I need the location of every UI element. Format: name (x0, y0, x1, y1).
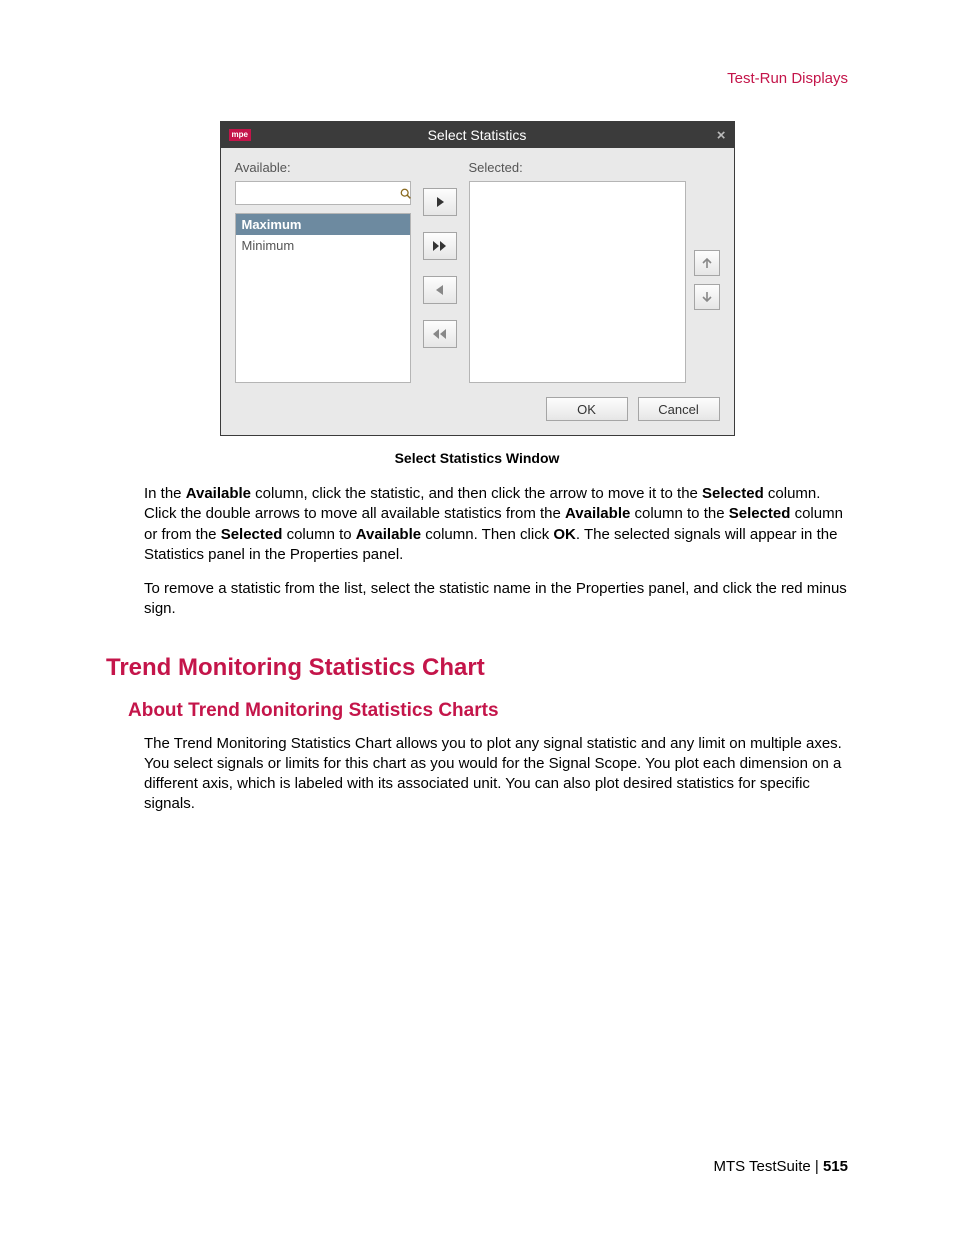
breadcrumb: Test-Run Displays (106, 70, 848, 87)
section-heading: Trend Monitoring Statistics Chart (106, 654, 848, 682)
search-icon[interactable] (399, 182, 412, 204)
available-label: Available: (235, 160, 411, 175)
move-down-button[interactable] (694, 284, 720, 310)
move-right-button[interactable] (423, 188, 457, 216)
cancel-button[interactable]: Cancel (638, 397, 720, 421)
move-left-button[interactable] (423, 276, 457, 304)
move-all-left-button[interactable] (423, 320, 457, 348)
move-up-button[interactable] (694, 250, 720, 276)
dialog-titlebar: mpe Select Statistics × (221, 122, 734, 148)
selected-label: Selected: (469, 160, 686, 175)
available-list[interactable]: Maximum Minimum (235, 213, 411, 383)
close-icon[interactable]: × (717, 127, 726, 144)
paragraph: The Trend Monitoring Statistics Chart al… (144, 734, 848, 815)
ok-button[interactable]: OK (546, 397, 628, 421)
search-box (235, 181, 411, 205)
subsection-heading: About Trend Monitoring Statistics Charts (128, 700, 848, 722)
paragraph: In the Available column, click the stati… (144, 484, 848, 565)
select-statistics-dialog: mpe Select Statistics × Available: (220, 121, 735, 436)
page-footer: MTS TestSuite | 515 (713, 1158, 848, 1175)
paragraph: To remove a statistic from the list, sel… (144, 579, 848, 620)
dialog-title: Select Statistics (221, 127, 734, 143)
figure-caption: Select Statistics Window (106, 450, 848, 466)
selected-list[interactable] (469, 181, 686, 383)
app-logo: mpe (229, 129, 251, 141)
list-item[interactable]: Maximum (236, 214, 410, 235)
search-input[interactable] (236, 182, 399, 204)
list-item[interactable]: Minimum (236, 235, 410, 256)
move-all-right-button[interactable] (423, 232, 457, 260)
